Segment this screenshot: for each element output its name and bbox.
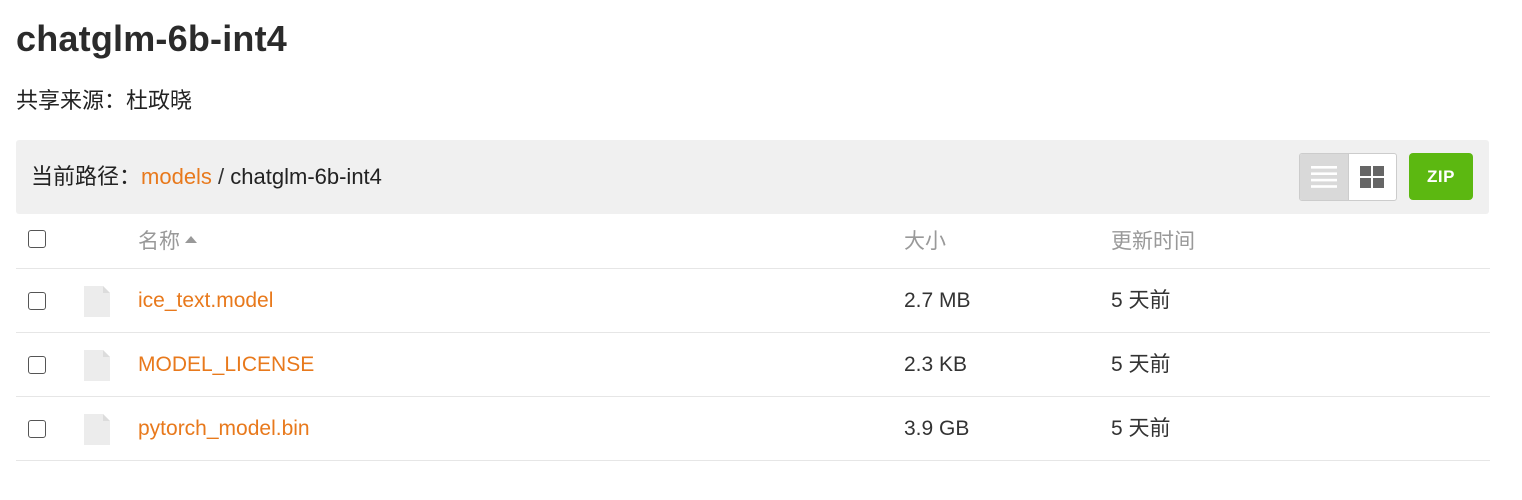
select-all-checkbox[interactable] — [28, 230, 46, 248]
share-source: 共享来源：杜政晓 — [16, 88, 193, 113]
breadcrumb-models-link[interactable]: models — [141, 164, 212, 189]
file-modified: 5 天前 — [1111, 289, 1171, 312]
column-header-name-label: 名称 — [138, 230, 180, 253]
table-header-row: 名称 大小 更新时间 — [16, 214, 1490, 269]
file-name-link[interactable]: pytorch_model.bin — [138, 415, 310, 443]
path-label: 当前路径： — [31, 164, 142, 189]
breadcrumb-current: chatglm-6b-int4 — [230, 164, 382, 189]
row-checkbox[interactable] — [28, 292, 46, 310]
file-icon — [84, 350, 110, 381]
grid-view-icon — [1360, 166, 1385, 188]
file-icon — [84, 414, 110, 445]
column-header-size[interactable]: 大小 — [904, 228, 946, 256]
page-title: chatglm-6b-int4 — [16, 18, 288, 59]
list-view-icon — [1310, 166, 1337, 188]
table-row: pytorch_model.bin 3.9 GB 5 天前 — [16, 397, 1490, 461]
file-size: 2.7 MB — [904, 289, 971, 312]
path-bar: 当前路径：models / chatglm-6b-int4 ZIP — [16, 140, 1489, 214]
breadcrumb: 当前路径：models / chatglm-6b-int4 — [31, 162, 382, 192]
table-row: ice_text.model 2.7 MB 5 天前 — [16, 269, 1490, 333]
file-name-link[interactable]: ice_text.model — [138, 287, 273, 315]
column-header-name[interactable]: 名称 — [138, 228, 197, 256]
list-view-button[interactable] — [1300, 154, 1348, 200]
sort-ascending-icon[interactable] — [185, 235, 197, 243]
file-icon — [84, 286, 110, 317]
file-modified: 5 天前 — [1111, 353, 1171, 376]
row-checkbox[interactable] — [28, 420, 46, 438]
table-row: MODEL_LICENSE 2.3 KB 5 天前 — [16, 333, 1490, 397]
file-browser-page: chatglm-6b-int4 共享来源：杜政晓 当前路径：models / c… — [0, 0, 1522, 500]
grid-view-button[interactable] — [1347, 154, 1397, 200]
file-size: 2.3 KB — [904, 353, 968, 376]
breadcrumb-separator: / — [211, 164, 231, 189]
zip-download-button[interactable]: ZIP — [1409, 153, 1473, 200]
view-toggle — [1299, 153, 1397, 201]
file-modified: 5 天前 — [1111, 417, 1171, 440]
column-header-modified[interactable]: 更新时间 — [1111, 228, 1195, 256]
file-table: 名称 大小 更新时间 ice_text.model 2.7 MB 5 天前 MO… — [16, 214, 1490, 461]
file-size: 3.9 GB — [904, 417, 970, 440]
row-checkbox[interactable] — [28, 356, 46, 374]
file-name-link[interactable]: MODEL_LICENSE — [138, 351, 314, 379]
